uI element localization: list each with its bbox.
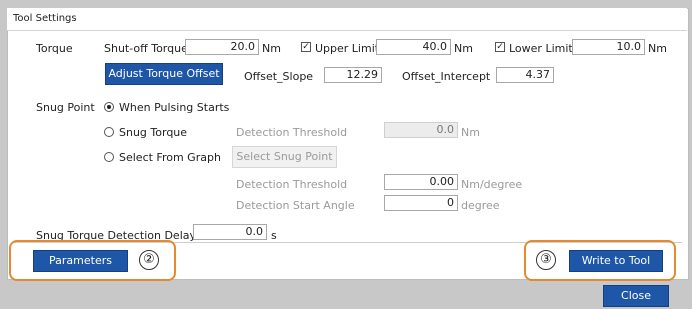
torque-section-label: Torque <box>36 42 73 55</box>
when-pulsing-starts-label: When Pulsing Starts <box>119 101 230 114</box>
snug-point-section-label: Snug Point <box>36 101 95 114</box>
offset-slope-input[interactable]: 12.29 <box>324 67 382 83</box>
upper-limit-checkbox[interactable]: ✓ <box>301 42 311 52</box>
parameters-button[interactable]: Parameters <box>33 250 128 272</box>
upper-limit-input[interactable]: 40.0 <box>376 39 451 55</box>
write-to-tool-button[interactable]: Write to Tool <box>569 250 663 272</box>
lower-limit-unit: Nm <box>648 42 667 55</box>
detection-start-angle-label: Detection Start Angle <box>236 199 355 212</box>
snug-delay-unit: s <box>271 229 277 242</box>
graph-detection-threshold-unit: Nm/degree <box>461 178 523 191</box>
shutoff-torque-unit: Nm <box>262 42 281 55</box>
graph-detection-threshold-label: Detection Threshold <box>236 178 348 191</box>
close-button[interactable]: Close <box>603 285 669 307</box>
adjust-torque-offset-button[interactable]: Adjust Torque Offset <box>105 63 223 85</box>
lower-limit-input[interactable]: 10.0 <box>572 39 645 55</box>
detection-threshold-label: Detection Threshold <box>236 126 348 139</box>
snug-torque-label: Snug Torque <box>119 126 188 139</box>
snug-delay-input[interactable]: 0.0 <box>193 224 267 240</box>
offset-slope-label: Offset_Slope <box>244 70 314 83</box>
offset-intercept-input[interactable]: 4.37 <box>496 67 554 83</box>
shutoff-torque-label: Shut-off Torque <box>104 42 188 55</box>
detection-threshold-input: 0.0 <box>384 122 458 138</box>
upper-limit-unit: Nm <box>454 42 473 55</box>
window-title: Tool Settings <box>13 13 77 24</box>
lower-limit-label: Lower Limit <box>509 42 573 55</box>
graph-detection-threshold-input[interactable]: 0.00 <box>384 174 458 190</box>
radio-snug-torque[interactable] <box>104 127 114 137</box>
detection-start-angle-unit: degree <box>461 199 500 212</box>
select-from-graph-label: Select From Graph <box>119 151 221 164</box>
radio-select-from-graph[interactable] <box>104 152 114 162</box>
select-snug-point-button: Select Snug Point <box>232 146 337 168</box>
detection-threshold-unit: Nm <box>461 126 480 139</box>
upper-limit-label: Upper Limit <box>315 42 380 55</box>
shutoff-torque-input[interactable]: 20.0 <box>185 39 259 55</box>
title-bar: Tool Settings <box>7 8 687 31</box>
callout-number-3: ③ <box>536 250 556 270</box>
radio-when-pulsing-starts[interactable] <box>104 102 114 112</box>
callout-number-2: ② <box>139 250 159 270</box>
offset-intercept-label: Offset_Intercept <box>402 70 491 83</box>
lower-limit-checkbox[interactable]: ✓ <box>495 42 505 52</box>
detection-start-angle-input[interactable]: 0 <box>384 195 458 211</box>
